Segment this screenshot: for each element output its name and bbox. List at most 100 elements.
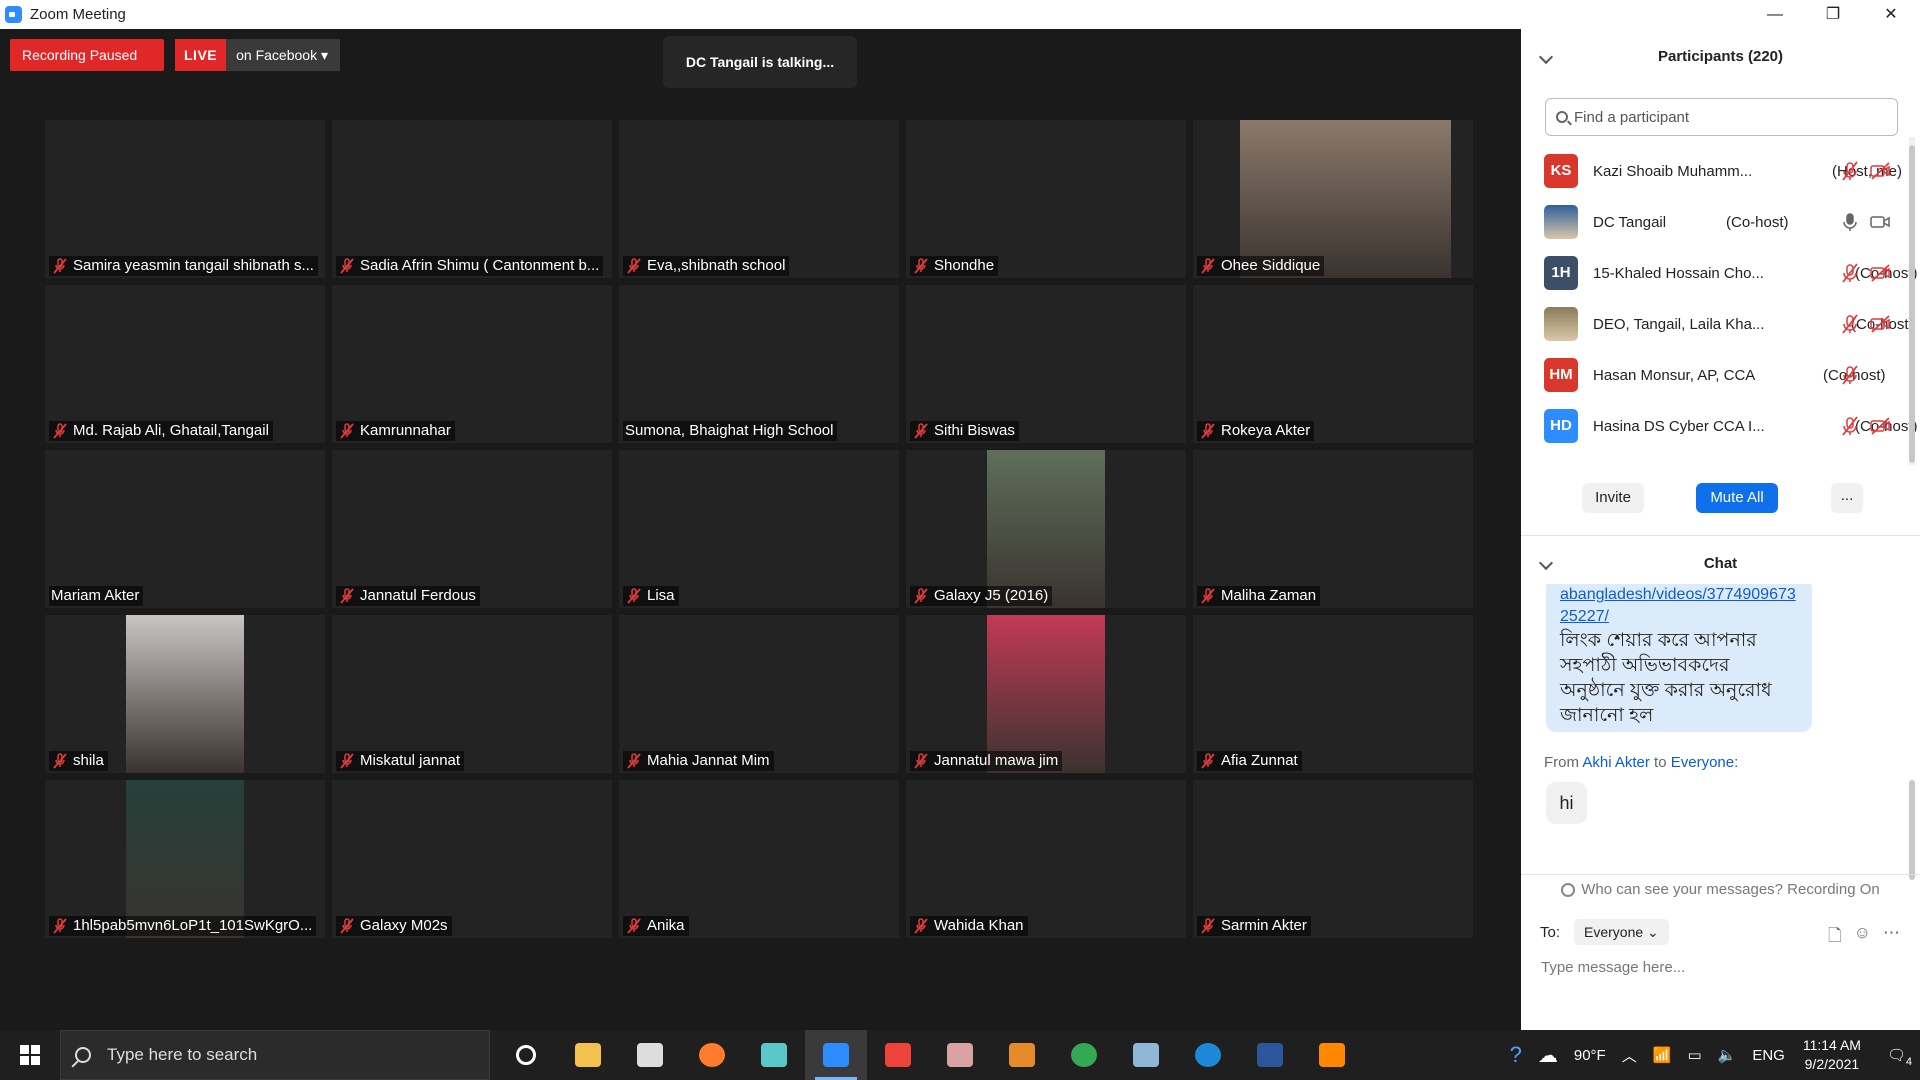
restore-button[interactable]: ❐ bbox=[1804, 0, 1862, 29]
video-tile[interactable]: Mahia Jannat Mim bbox=[619, 615, 899, 773]
zoom-taskbar-taskbar-button[interactable] bbox=[805, 1030, 867, 1080]
video-icon[interactable] bbox=[1869, 212, 1891, 232]
participant-row[interactable]: DEO, Tangail, Laila Kha... (Co-host) bbox=[1521, 299, 1914, 349]
video-tile[interactable]: Anika bbox=[619, 780, 899, 938]
close-button[interactable]: ✕ bbox=[1862, 0, 1920, 29]
video-off-icon[interactable] bbox=[1869, 263, 1891, 283]
firefox-taskbar-button[interactable] bbox=[681, 1030, 743, 1080]
video-tile[interactable]: Sumona, Bhaighat High School bbox=[619, 285, 899, 443]
camera-feed bbox=[126, 780, 244, 938]
video-tile[interactable]: Wahida Khan bbox=[906, 780, 1186, 938]
tile-name-label: Sumona, Bhaighat High School bbox=[623, 421, 838, 441]
chat-collapse-chevron-icon[interactable] bbox=[1538, 555, 1554, 571]
language-indicator[interactable]: ENG bbox=[1752, 1047, 1785, 1064]
video-off-icon[interactable] bbox=[1869, 416, 1891, 436]
weather-temperature[interactable]: 90°F bbox=[1574, 1047, 1606, 1064]
tray-chevron-icon[interactable]: ︿ bbox=[1622, 1045, 1637, 1066]
video-tile[interactable]: Samira yeasmin tangail shibnath s... bbox=[45, 120, 325, 278]
video-tile[interactable]: Galaxy J5 (2016) bbox=[906, 450, 1186, 608]
participant-row[interactable]: 1H 15-Khaled Hossain Cho... (Co-host) bbox=[1521, 248, 1918, 298]
word-taskbar-button[interactable] bbox=[1239, 1030, 1301, 1080]
infinity-app-taskbar-button[interactable] bbox=[743, 1030, 805, 1080]
video-tile[interactable]: Kamrunnahar bbox=[332, 285, 612, 443]
video-off-icon[interactable] bbox=[1869, 161, 1891, 181]
chat-message-input[interactable] bbox=[1541, 959, 1901, 976]
video-off-icon[interactable] bbox=[1869, 314, 1891, 334]
file-explorer-taskbar-button[interactable] bbox=[557, 1030, 619, 1080]
recipient-dropdown[interactable]: Everyone ⌄ bbox=[1574, 919, 1669, 945]
video-tile[interactable]: Maliha Zaman bbox=[1193, 450, 1473, 608]
video-tile[interactable]: Sithi Biswas bbox=[906, 285, 1186, 443]
microsoft-store-taskbar-button[interactable] bbox=[619, 1030, 681, 1080]
more-dots-icon[interactable]: ⋯ bbox=[1883, 923, 1900, 952]
paint-taskbar-button[interactable] bbox=[929, 1030, 991, 1080]
video-tile[interactable]: Sadia Afrin Shimu ( Cantonment b... bbox=[332, 120, 612, 278]
chat-link[interactable]: abangladesh/videos/377490967325227/ bbox=[1560, 584, 1800, 628]
anydesk-taskbar-button[interactable] bbox=[867, 1030, 929, 1080]
participant-row[interactable]: DC Tangail (Co-host) bbox=[1521, 197, 1911, 247]
mute-all-button[interactable]: Mute All bbox=[1696, 483, 1778, 513]
mic-muted-icon[interactable] bbox=[1839, 263, 1861, 283]
notes-taskbar-button[interactable] bbox=[1115, 1030, 1177, 1080]
mic-muted-icon[interactable] bbox=[1839, 161, 1861, 181]
chat-scrollbar[interactable] bbox=[1909, 744, 1915, 884]
mic-muted-icon[interactable] bbox=[1839, 365, 1861, 385]
mic-muted-icon[interactable] bbox=[1839, 314, 1861, 334]
edge-taskbar-button[interactable] bbox=[1177, 1030, 1239, 1080]
video-tile[interactable]: Miskatul jannat bbox=[332, 615, 612, 773]
recipient-name[interactable]: Everyone: bbox=[1671, 754, 1739, 771]
who-can-see-banner[interactable]: Who can see your messages? Recording On bbox=[1521, 874, 1920, 904]
participant-status-icons bbox=[1839, 263, 1891, 283]
video-tile[interactable]: 1hl5pab5mvn6LoP1t_101SwKgrO... bbox=[45, 780, 325, 938]
help-icon[interactable]: ? bbox=[1510, 1042, 1522, 1068]
network-icon[interactable]: 📶 bbox=[1653, 1046, 1672, 1064]
taskbar-search[interactable]: Type here to search bbox=[60, 1030, 490, 1080]
sender-name[interactable]: Akhi Akter bbox=[1582, 754, 1650, 771]
participant-row[interactable]: HM Hasan Monsur, AP, CCA (Co-host) bbox=[1521, 350, 1911, 400]
video-tile[interactable]: Jannatul mawa jim bbox=[906, 615, 1186, 773]
notification-center-icon[interactable]: 🗨 4 bbox=[1887, 1046, 1912, 1068]
live-target-dropdown[interactable]: on Facebook ▾ bbox=[226, 39, 340, 71]
video-tile[interactable]: Afia Zunnat bbox=[1193, 615, 1473, 773]
chat-text-line: জানানো হল bbox=[1560, 705, 1654, 726]
participant-search[interactable] bbox=[1545, 98, 1898, 136]
video-tile[interactable]: Md. Rajab Ali, Ghatail,Tangail bbox=[45, 285, 325, 443]
video-tile[interactable]: Ohee Siddique bbox=[1193, 120, 1473, 278]
video-tile[interactable]: shila bbox=[45, 615, 325, 773]
video-tile[interactable]: Mariam Akter bbox=[45, 450, 325, 608]
avatar bbox=[1544, 205, 1578, 239]
participant-list-scrollbar[interactable] bbox=[1909, 137, 1915, 465]
mic-muted-icon bbox=[340, 588, 354, 604]
mic-icon[interactable] bbox=[1839, 212, 1861, 232]
recording-paused-badge[interactable]: Recording Paused bbox=[10, 39, 164, 71]
weather-icon[interactable]: ☁ bbox=[1538, 1043, 1558, 1068]
video-tile[interactable]: Sarmin Akter bbox=[1193, 780, 1473, 938]
file-icon[interactable]: 🗋 bbox=[1828, 923, 1842, 952]
tile-name-label: Jannatul mawa jim bbox=[910, 751, 1063, 771]
taskbar-clock[interactable]: 11:14 AM 9/2/2021 bbox=[1803, 1036, 1861, 1074]
video-tile[interactable]: Shondhe bbox=[906, 120, 1186, 278]
video-tile[interactable]: Galaxy M02s bbox=[332, 780, 612, 938]
cortana-taskbar-button[interactable] bbox=[495, 1030, 557, 1080]
battery-icon[interactable]: ▭ bbox=[1687, 1046, 1701, 1064]
mic-muted-icon bbox=[1201, 258, 1215, 274]
minimize-button[interactable]: — bbox=[1746, 0, 1804, 29]
live-stream-control[interactable]: LIVE on Facebook ▾ bbox=[175, 39, 340, 71]
emoji-icon[interactable]: ☺ bbox=[1854, 923, 1871, 952]
pdf-reader-taskbar-button[interactable] bbox=[991, 1030, 1053, 1080]
start-button[interactable] bbox=[0, 1030, 60, 1080]
video-tile[interactable]: Eva,,shibnath school bbox=[619, 120, 899, 278]
volume-icon[interactable]: 🔈 bbox=[1718, 1046, 1737, 1064]
video-tile[interactable]: Jannatul Ferdous bbox=[332, 450, 612, 608]
collapse-chevron-icon[interactable] bbox=[1538, 49, 1554, 64]
participant-row[interactable]: KS Kazi Shoaib Muhamm... (Host, me) bbox=[1521, 146, 1911, 196]
participant-search-input[interactable] bbox=[1574, 108, 1874, 126]
more-options-button[interactable]: ... bbox=[1831, 483, 1863, 513]
participant-row[interactable]: HD Hasina DS Cyber CCA I... (Co-host) bbox=[1521, 401, 1918, 451]
video-tile[interactable]: Lisa bbox=[619, 450, 899, 608]
invite-button[interactable]: Invite bbox=[1582, 483, 1644, 513]
vlc-taskbar-button[interactable] bbox=[1301, 1030, 1363, 1080]
video-tile[interactable]: Rokeya Akter bbox=[1193, 285, 1473, 443]
mic-muted-icon[interactable] bbox=[1839, 416, 1861, 436]
chrome-taskbar-button[interactable] bbox=[1053, 1030, 1115, 1080]
